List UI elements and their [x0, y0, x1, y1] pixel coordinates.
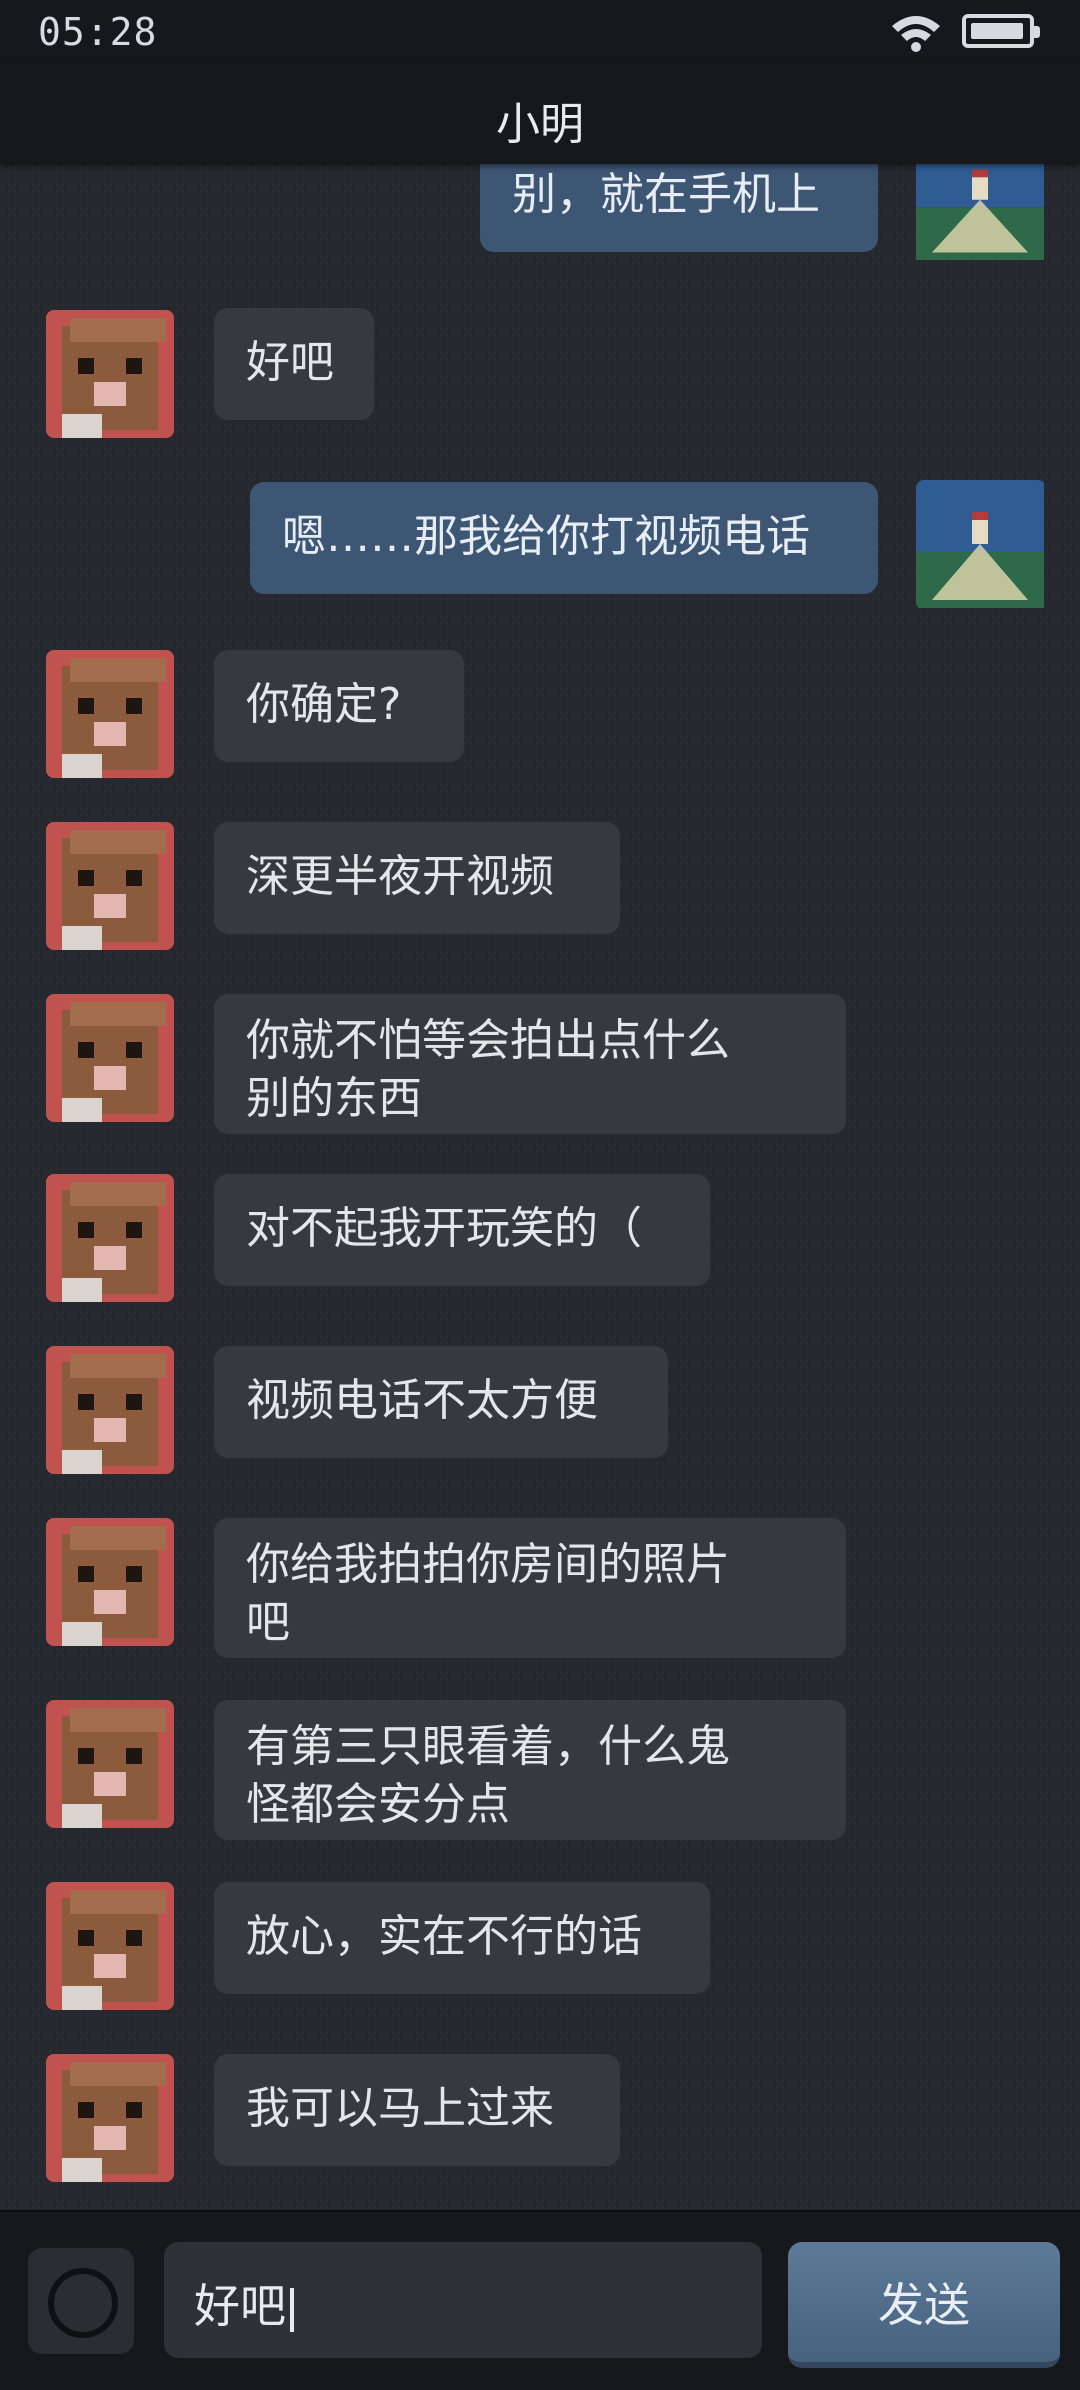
- message-bubble-outgoing: 别，就在手机上: [480, 164, 878, 252]
- contact-avatar[interactable]: [46, 822, 174, 950]
- cat-avatar-icon: [46, 822, 174, 950]
- message-bubble-incoming: 对不起我开玩笑的（: [214, 1174, 710, 1286]
- wifi-icon: [890, 12, 942, 52]
- cat-avatar-icon: [46, 1700, 174, 1828]
- contact-avatar[interactable]: [46, 1700, 174, 1828]
- cat-avatar-icon: [46, 650, 174, 778]
- message-bubble-incoming: 有第三只眼看着，什么鬼 怪都会安分点: [214, 1700, 846, 1840]
- camera-icon: [48, 2268, 118, 2338]
- landscape-avatar-icon: [916, 164, 1044, 260]
- message-bubble-outgoing: 嗯……那我给你打视频电话: [250, 482, 878, 594]
- cat-avatar-icon: [46, 994, 174, 1122]
- camera-button[interactable]: [28, 2248, 134, 2354]
- contact-avatar[interactable]: [46, 1518, 174, 1646]
- cat-avatar-icon: [46, 1518, 174, 1646]
- cat-avatar-icon: [46, 2054, 174, 2182]
- contact-avatar[interactable]: [46, 994, 174, 1122]
- message-bubble-incoming: 我可以马上过来: [214, 2054, 620, 2166]
- self-avatar[interactable]: [916, 480, 1046, 610]
- message-input-value: 好吧: [194, 2279, 286, 2333]
- status-time: 05:28: [38, 10, 158, 54]
- cat-avatar-icon: [46, 310, 174, 438]
- cat-avatar-icon: [46, 1174, 174, 1302]
- message-bubble-incoming: 好吧: [214, 308, 374, 420]
- message-bubble-incoming: 你确定?: [214, 650, 464, 762]
- contact-avatar[interactable]: [46, 310, 174, 438]
- contact-avatar[interactable]: [46, 1174, 174, 1302]
- status-bar: 05:28: [0, 0, 1080, 62]
- self-avatar[interactable]: [916, 164, 1046, 268]
- text-caret: [290, 2287, 294, 2332]
- message-list[interactable]: 别，就在手机上 好吧 嗯……那我给你打视频电话 你确定? 深更半夜开视频 你就不…: [0, 164, 1080, 2210]
- message-bubble-incoming: 放心，实在不行的话: [214, 1882, 710, 1994]
- contact-avatar[interactable]: [46, 2054, 174, 2182]
- message-bubble-incoming: 深更半夜开视频: [214, 822, 620, 934]
- message-bubble-incoming: 你给我拍拍你房间的照片 吧: [214, 1518, 846, 1658]
- message-input[interactable]: 好吧: [164, 2242, 762, 2358]
- contact-avatar[interactable]: [46, 1882, 174, 2010]
- landscape-avatar-icon: [916, 480, 1044, 608]
- chat-header: 小明: [0, 62, 1080, 164]
- contact-name: 小明: [496, 99, 584, 150]
- cat-avatar-icon: [46, 1882, 174, 2010]
- message-bubble-incoming: 你就不怕等会拍出点什么 别的东西: [214, 994, 846, 1134]
- contact-avatar[interactable]: [46, 1346, 174, 1474]
- message-composer: 好吧 发送: [0, 2210, 1080, 2390]
- contact-avatar[interactable]: [46, 650, 174, 778]
- message-bubble-incoming: 视频电话不太方便: [214, 1346, 668, 1458]
- cat-avatar-icon: [46, 1346, 174, 1474]
- send-button[interactable]: 发送: [788, 2242, 1060, 2368]
- battery-icon: [962, 14, 1040, 48]
